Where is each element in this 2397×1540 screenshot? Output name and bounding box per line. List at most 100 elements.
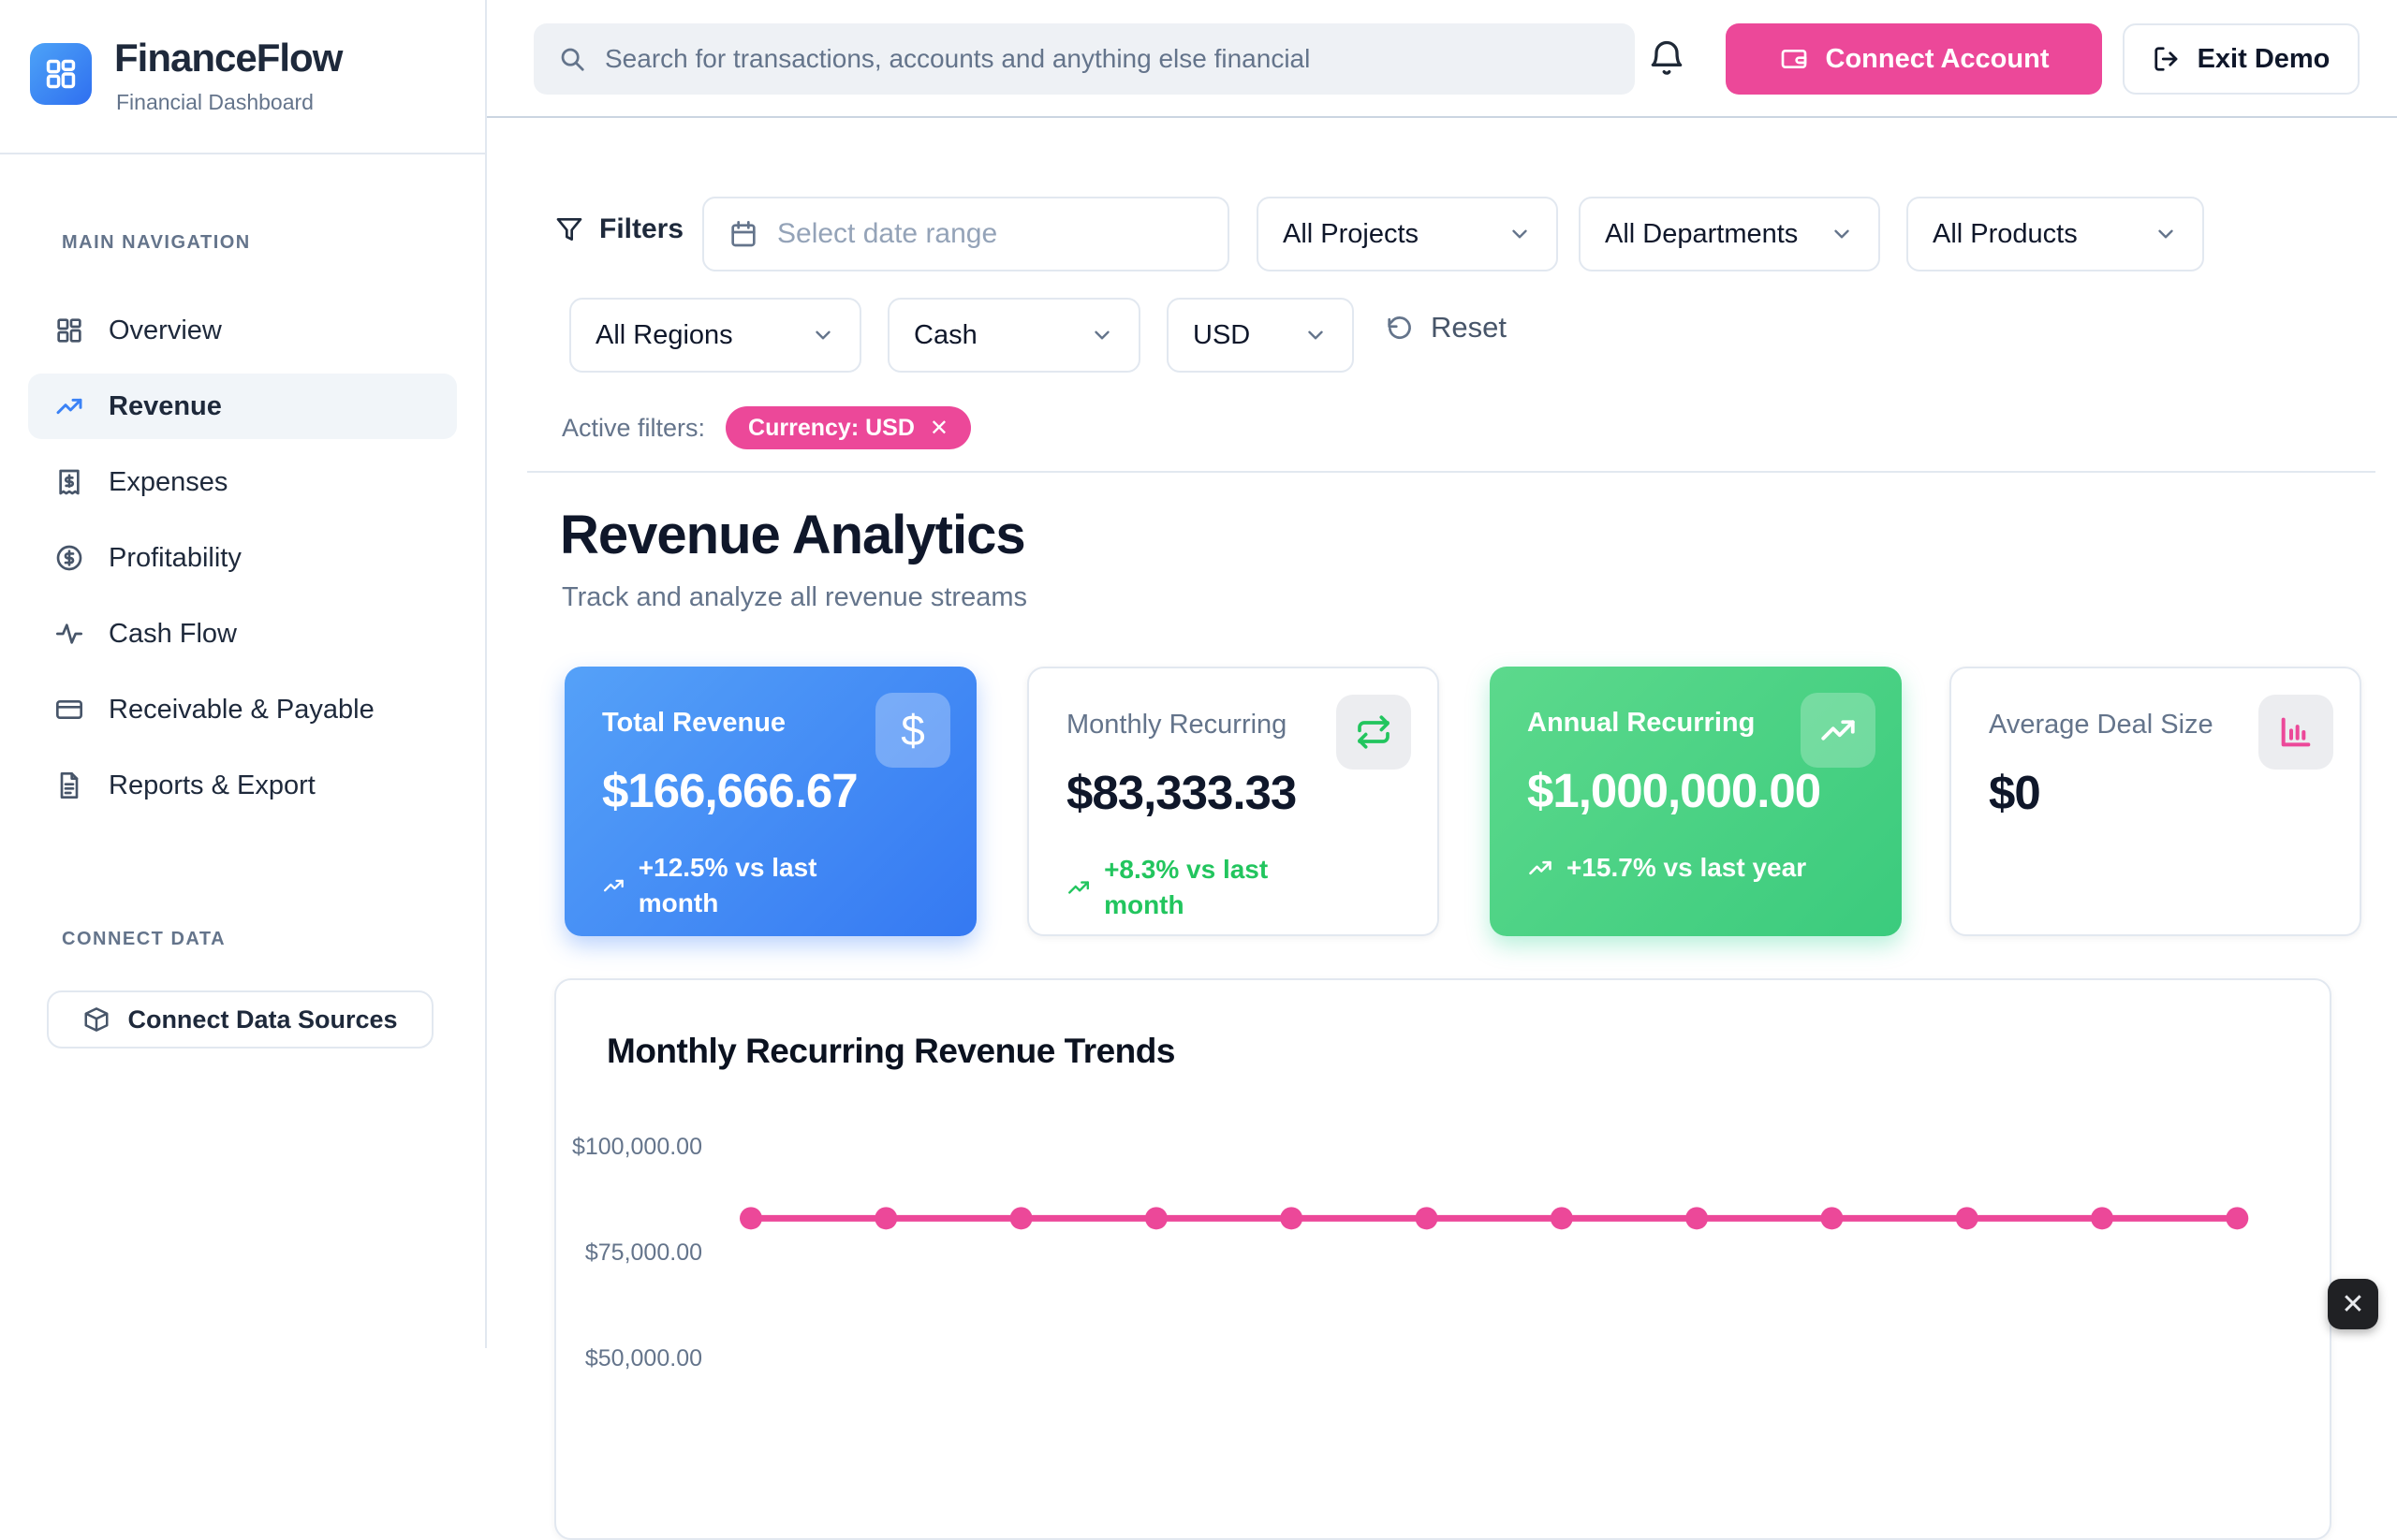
active-filters-label: Active filters: [562,414,705,443]
app-logo [30,43,92,105]
trending-up-icon [1801,693,1875,768]
sidebar-item-revenue[interactable]: Revenue [28,374,457,439]
filters-label: Filters [554,213,684,245]
active-filters-row: Active filters: Currency: USD ✕ [562,406,971,449]
search-icon [558,45,586,73]
metric-card-average-deal-size: Average Deal Size $0 [1949,667,2361,936]
sidebar-item-reports-export[interactable]: Reports & Export [28,753,457,818]
sidebar-item-cash-flow[interactable]: Cash Flow [28,601,457,667]
sidebar-item-label: Cash Flow [109,619,237,650]
sidebar-item-expenses[interactable]: Expenses [28,449,457,515]
bar-chart-icon [2258,695,2333,770]
chevron-down-icon [1090,323,1114,347]
section-divider [527,471,2375,473]
metric-value: $0 [1989,765,2322,820]
y-axis-tick: $50,000.00 [524,1345,702,1372]
metric-trend: +15.7% vs last year [1527,850,1883,886]
currency-select[interactable]: USD [1167,298,1354,373]
departments-select-value: All Departments [1605,219,1798,250]
metric-trend-text: +8.3% vs last month [1104,852,1338,923]
exit-demo-button[interactable]: Exit Demo [2123,23,2360,95]
metric-value: $166,666.67 [602,763,939,818]
connect-account-label: Connect Account [1826,44,2050,75]
currency-filter-chip[interactable]: Currency: USD ✕ [726,406,971,449]
sidebar-item-label: Revenue [109,391,222,422]
metric-trend: +8.3% vs last month [1066,852,1338,923]
calendar-icon [728,219,758,249]
funnel-icon [554,214,584,244]
bell-icon [1646,37,1687,79]
repeat-icon [1336,695,1411,770]
date-range-placeholder: Select date range [777,218,997,250]
sidebar-item-overview[interactable]: Overview [28,298,457,363]
payment-type-select-value: Cash [914,320,978,351]
metric-card-monthly-recurring: Monthly Recurring $83,333.33 +8.3% vs la… [1027,667,1439,936]
regions-select[interactable]: All Regions [569,298,861,373]
credit-card-icon [54,695,84,725]
trending-up-icon [54,391,84,421]
sidebar-divider [0,153,487,154]
projects-select[interactable]: All Projects [1257,197,1558,271]
brand-tagline: Financial Dashboard [116,90,314,115]
sidebar: FinanceFlow Financial Dashboard MAIN NAV… [0,0,487,1348]
chevron-down-icon [2154,222,2178,246]
search-input[interactable] [605,44,1610,74]
reset-label: Reset [1431,311,1507,345]
sidebar-item-profitability[interactable]: Profitability [28,525,457,591]
regions-select-value: All Regions [596,320,733,351]
connect-data-sources-button[interactable]: Connect Data Sources [47,990,434,1049]
chip-label: Currency: USD [748,415,915,442]
metric-trend-text: +12.5% vs last month [639,850,874,921]
receipt-icon [54,467,84,497]
package-icon [82,1005,110,1034]
activity-icon [54,619,84,649]
products-select-value: All Products [1933,219,2078,250]
dashboard-icon [54,315,84,345]
dollar-icon: $ [875,693,950,768]
notifications-button[interactable] [1646,37,1691,82]
sidebar-nav: Overview Revenue Expenses Profitability [28,298,457,818]
metric-trend-text: +15.7% vs last year [1566,850,1806,886]
page-title: Revenue Analytics [560,504,1025,566]
sidebar-item-label: Receivable & Payable [109,695,375,726]
metric-trend: +12.5% vs last month [602,850,874,921]
sidebar-item-receivable-payable[interactable]: Receivable & Payable [28,677,457,742]
metric-value: $1,000,000.00 [1527,763,1864,818]
filters-text: Filters [599,213,684,245]
sidebar-item-label: Overview [109,315,222,346]
rotate-ccw-icon [1386,314,1414,342]
page-subtitle: Track and analyze all revenue streams [562,582,1027,613]
search-bar[interactable] [534,23,1635,95]
payment-type-select[interactable]: Cash [888,298,1140,373]
projects-select-value: All Projects [1283,219,1419,250]
trending-up-icon [1527,855,1553,881]
metric-value: $83,333.33 [1066,765,1400,820]
sidebar-item-label: Reports & Export [109,770,316,801]
chevron-down-icon [1507,222,1532,246]
sidebar-item-label: Profitability [109,543,242,574]
mrr-line-chart [554,978,2331,1348]
date-range-input[interactable]: Select date range [702,197,1229,271]
main-navigation-label: MAIN NAVIGATION [62,232,251,254]
dashboard-logo-icon [43,56,79,92]
chevron-down-icon [1303,323,1328,347]
overlay-close-button[interactable]: ✕ [2328,1279,2378,1329]
sidebar-item-label: Expenses [109,467,228,498]
connect-account-button[interactable]: Connect Account [1726,23,2102,95]
trending-up-icon [602,873,625,899]
metric-card-annual-recurring: Annual Recurring $1,000,000.00 +15.7% vs… [1490,667,1902,936]
log-out-icon [2153,45,2181,73]
chip-close-icon[interactable]: ✕ [930,415,949,442]
file-text-icon [54,770,84,800]
reset-filters-button[interactable]: Reset [1386,311,1507,345]
departments-select[interactable]: All Departments [1579,197,1880,271]
topbar: Connect Account Exit Demo [487,0,2397,118]
connect-data-label: CONNECT DATA [62,929,226,950]
brand-title: FinanceFlow [114,36,342,81]
connect-data-sources-label: Connect Data Sources [127,1005,397,1034]
wallet-icon [1779,44,1809,74]
trending-up-icon [1066,874,1091,901]
products-select[interactable]: All Products [1906,197,2204,271]
exit-demo-label: Exit Demo [2198,44,2331,75]
chevron-down-icon [811,323,835,347]
